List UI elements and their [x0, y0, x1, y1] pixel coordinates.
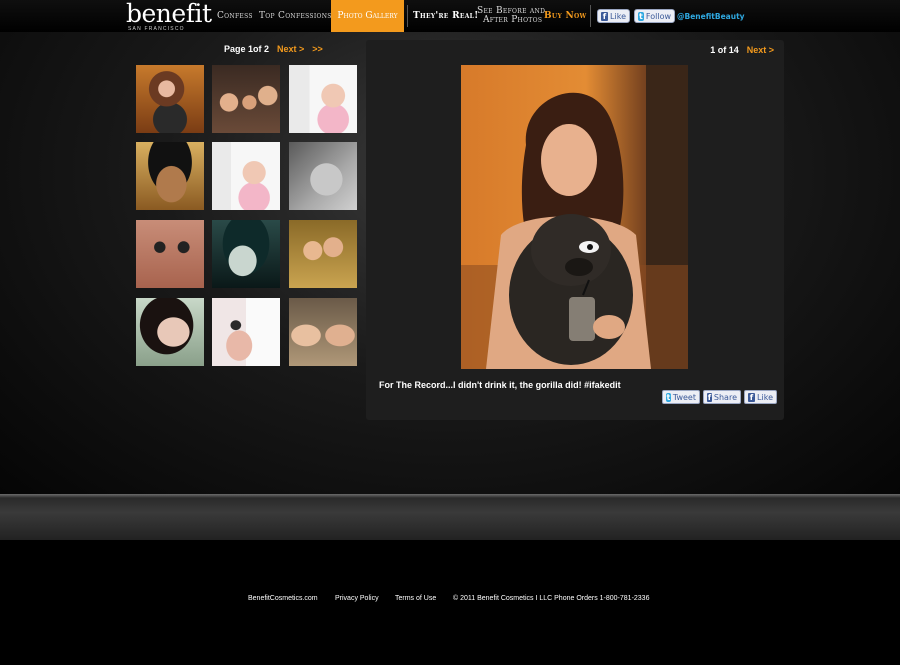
featured-photo-image — [461, 65, 688, 369]
facebook-icon: f — [601, 11, 609, 21]
featured-photo — [461, 65, 688, 369]
facebook-like-button[interactable]: f Like — [744, 390, 777, 404]
tweet-label: Tweet — [672, 392, 696, 402]
viewer-counter: 1 of 14 Next > — [710, 45, 774, 55]
twitter-follow-button[interactable]: t Follow — [634, 9, 675, 23]
gallery-next-link[interactable]: Next > — [277, 44, 304, 54]
gallery-thumbnail[interactable] — [289, 220, 357, 288]
footer-copyright: © 2011 Benefit Cosmetics I LLC Phone Ord… — [453, 595, 650, 602]
nav-buy-now[interactable]: Buy Now — [544, 11, 587, 21]
gallery-thumbnail[interactable] — [212, 142, 280, 210]
nav-theyre-real[interactable]: They're Real! — [413, 11, 478, 21]
like-label: Like — [757, 392, 773, 402]
gallery-page-label: Page 1of 2 — [224, 44, 270, 54]
gallery-thumbnail[interactable] — [212, 298, 280, 366]
footer-privacy-link[interactable]: Privacy Policy — [335, 595, 379, 602]
share-label: Share — [713, 392, 737, 402]
gallery-thumbnail[interactable] — [212, 220, 280, 288]
gallery-thumbnail[interactable] — [136, 65, 204, 133]
facebook-like-button[interactable]: f Like — [597, 9, 630, 23]
decorative-band — [0, 494, 900, 540]
photo-caption: For The Record...I didn't drink it, the … — [379, 380, 621, 390]
nav-confess[interactable]: Confess — [217, 11, 253, 21]
twitter-bird-icon: t — [666, 392, 671, 402]
facebook-icon: f — [707, 392, 712, 402]
top-navigation-bar: benefit SAN FRANCISCO Confess Top Confes… — [0, 0, 900, 32]
facebook-icon: f — [748, 392, 756, 402]
nav-before-after-line2: After Photos — [482, 15, 543, 25]
gallery-last-link[interactable]: >> — [312, 44, 323, 54]
photo-viewer: 1 of 14 Next > For The Record...I didn't… — [366, 40, 784, 420]
nav-divider — [590, 5, 591, 27]
gallery-thumbnail[interactable] — [289, 65, 357, 133]
benefit-logo[interactable]: benefit SAN FRANCISCO — [126, 0, 212, 32]
nav-divider — [407, 5, 408, 27]
nav-photo-gallery[interactable]: Photo Gallery — [331, 0, 404, 32]
gallery-thumbnail[interactable] — [289, 298, 357, 366]
twitter-handle-link[interactable]: @BenefitBeauty — [677, 12, 745, 21]
twitter-bird-icon: t — [638, 11, 644, 21]
viewer-next-link[interactable]: Next > — [747, 45, 774, 55]
logo-wordmark: benefit — [126, 0, 212, 28]
gallery-thumbnail[interactable] — [136, 220, 204, 288]
tweet-button[interactable]: t Tweet — [662, 390, 700, 404]
photo-counter: 1 of 14 — [710, 45, 739, 55]
facebook-share-button[interactable]: f Share — [703, 390, 741, 404]
gallery-thumbnail[interactable] — [136, 142, 204, 210]
footer-terms-link[interactable]: Terms of Use — [395, 595, 436, 602]
gallery-thumbnail[interactable] — [136, 298, 204, 366]
twitter-follow-label: Follow — [645, 11, 671, 21]
footer-site-link[interactable]: BenefitCosmetics.com — [248, 595, 318, 602]
nav-top-confessions[interactable]: Top Confessions — [259, 11, 332, 21]
nav-before-after[interactable]: See Before and After Photos — [477, 0, 545, 32]
gallery-thumbnail[interactable] — [212, 65, 280, 133]
gallery-pager: Page 1of 2 Next > >> — [224, 44, 323, 54]
gallery-thumbnail[interactable] — [289, 142, 357, 210]
facebook-like-label: Like — [610, 11, 626, 21]
